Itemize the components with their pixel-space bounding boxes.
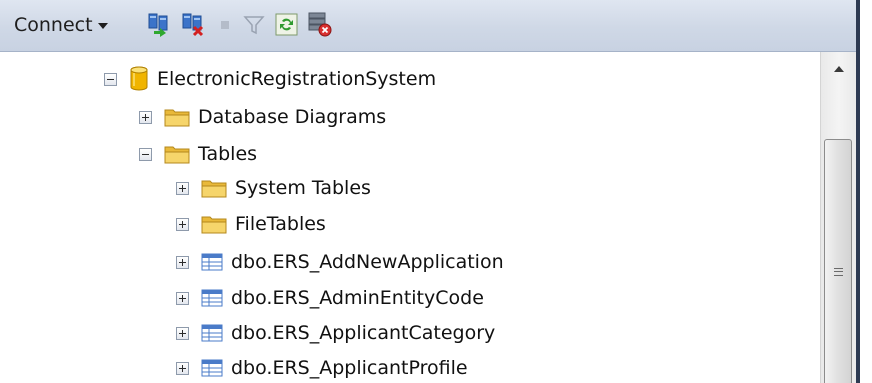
tree-node-table[interactable]: dbo.ERS_AdminEntityCode (176, 282, 484, 314)
tree-node-label: FileTables (235, 213, 326, 235)
tree-node-label: ElectronicRegistrationSystem (157, 68, 437, 90)
tree-node-label: Tables (198, 143, 258, 165)
table-icon (201, 289, 223, 307)
folder-icon (201, 214, 227, 234)
tree-node-label: dbo.ERS_AdminEntityCode (231, 287, 484, 309)
object-explorer-tree: ElectronicRegistrationSystem Database Di… (0, 52, 820, 383)
tree-node-table[interactable]: dbo.ERS_AddNewApplication (176, 246, 504, 278)
object-explorer-toolbar: Connect (0, 0, 856, 52)
folder-icon (164, 107, 190, 127)
tree-node-filetables[interactable]: FileTables (176, 208, 326, 240)
disconnect-icon[interactable] (180, 11, 206, 37)
collapse-icon[interactable] (104, 72, 117, 86)
tree-node-label: Database Diagrams (198, 106, 387, 128)
tree-node-tables[interactable]: Tables (139, 138, 257, 170)
expand-icon[interactable] (176, 255, 189, 269)
expand-icon[interactable] (176, 217, 189, 231)
filter-icon[interactable] (241, 11, 267, 37)
tree-node-database[interactable]: ElectronicRegistrationSystem (104, 63, 436, 95)
database-icon (129, 66, 149, 92)
tree-node-table[interactable]: dbo.ERS_ApplicantProfile (176, 352, 468, 383)
scrollbar-thumb[interactable] (824, 139, 852, 383)
expand-icon[interactable] (176, 361, 189, 375)
scroll-up-button[interactable] (821, 52, 856, 86)
grip-icon (834, 268, 843, 276)
tree-node-table[interactable]: dbo.ERS_ApplicantCategory (176, 317, 495, 349)
folder-icon (164, 144, 190, 164)
tree-node-label: dbo.ERS_AddNewApplication (231, 251, 504, 273)
tree-node-label: dbo.ERS_ApplicantProfile (231, 357, 468, 379)
connect-dropdown-button[interactable]: Connect (14, 12, 108, 38)
object-explorer: Connect ElectronicRegistrationSystem Dat… (0, 0, 872, 383)
vertical-scrollbar[interactable] (820, 52, 856, 383)
window-edge (856, 0, 872, 383)
tree-node-database-diagrams[interactable]: Database Diagrams (139, 101, 386, 133)
table-icon (201, 359, 223, 377)
tree-node-label: System Tables (235, 177, 371, 199)
tree-node-system-tables[interactable]: System Tables (176, 172, 371, 204)
disconnect-all-icon[interactable] (306, 11, 332, 37)
expand-icon[interactable] (176, 181, 189, 195)
chevron-down-icon (97, 23, 108, 29)
refresh-icon[interactable] (274, 11, 300, 37)
collapse-icon[interactable] (139, 147, 152, 161)
expand-icon[interactable] (176, 326, 189, 340)
table-icon (201, 253, 223, 271)
connect-label: Connect (14, 14, 93, 36)
expand-icon[interactable] (176, 291, 189, 305)
chevron-up-icon (833, 66, 844, 72)
stop-icon[interactable] (212, 11, 238, 37)
expand-icon[interactable] (139, 110, 152, 124)
connect-object-explorer-icon[interactable] (146, 11, 172, 37)
folder-icon (201, 178, 227, 198)
table-icon (201, 324, 223, 342)
tree-node-label: dbo.ERS_ApplicantCategory (231, 322, 496, 344)
